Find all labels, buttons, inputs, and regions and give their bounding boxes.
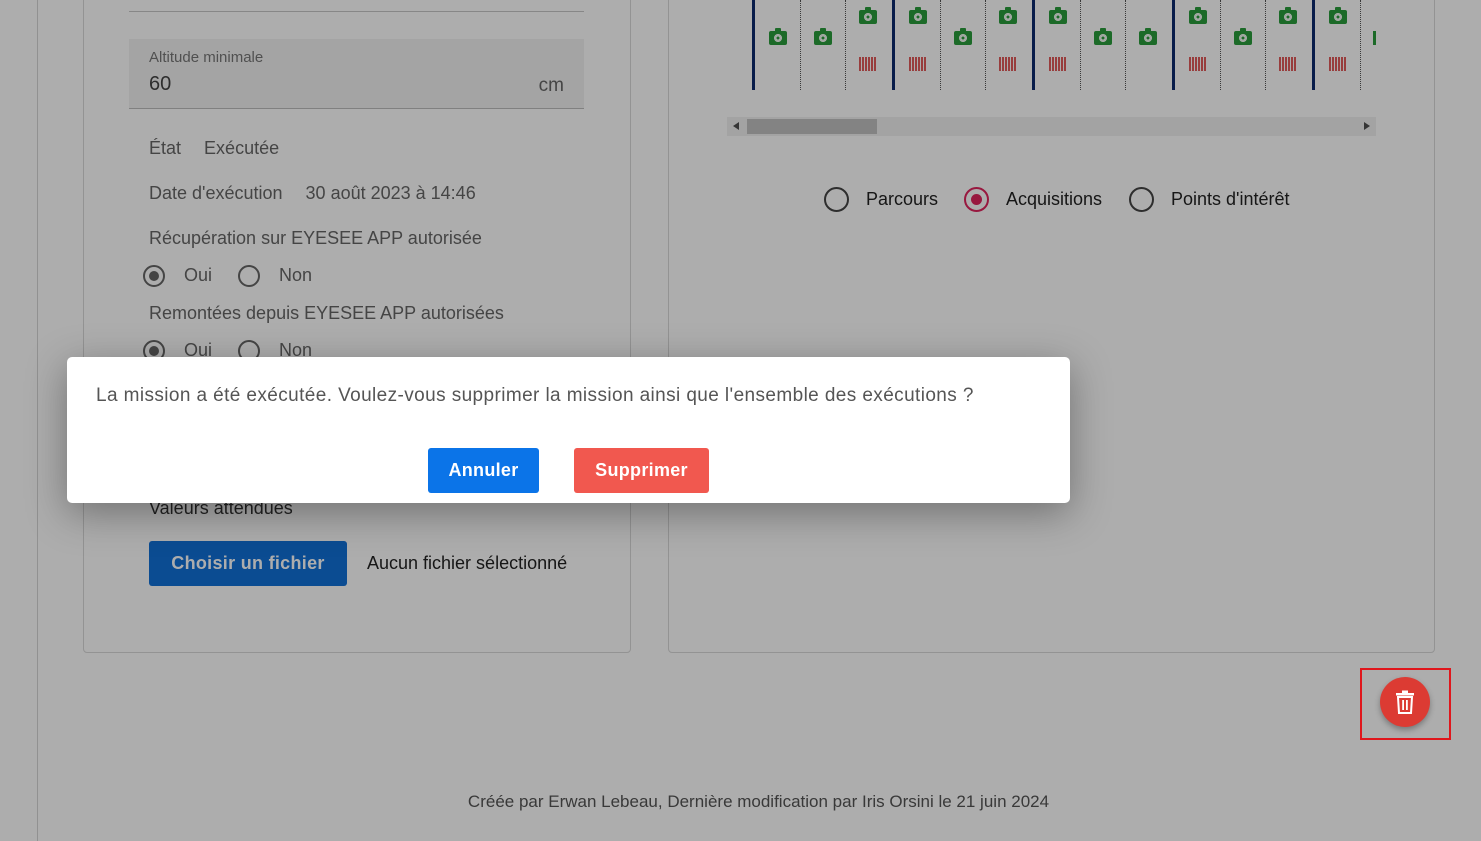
page: Altitude minimale 60 cm État Exécutée Da… bbox=[0, 0, 1481, 841]
delete-button[interactable]: Supprimer bbox=[574, 448, 709, 493]
fab-highlight-box bbox=[1360, 668, 1451, 740]
cancel-button[interactable]: Annuler bbox=[428, 448, 539, 493]
delete-confirmation-dialog: La mission a été exécutée. Voulez-vous s… bbox=[67, 357, 1070, 503]
dialog-message: La mission a été exécutée. Voulez-vous s… bbox=[96, 385, 974, 406]
